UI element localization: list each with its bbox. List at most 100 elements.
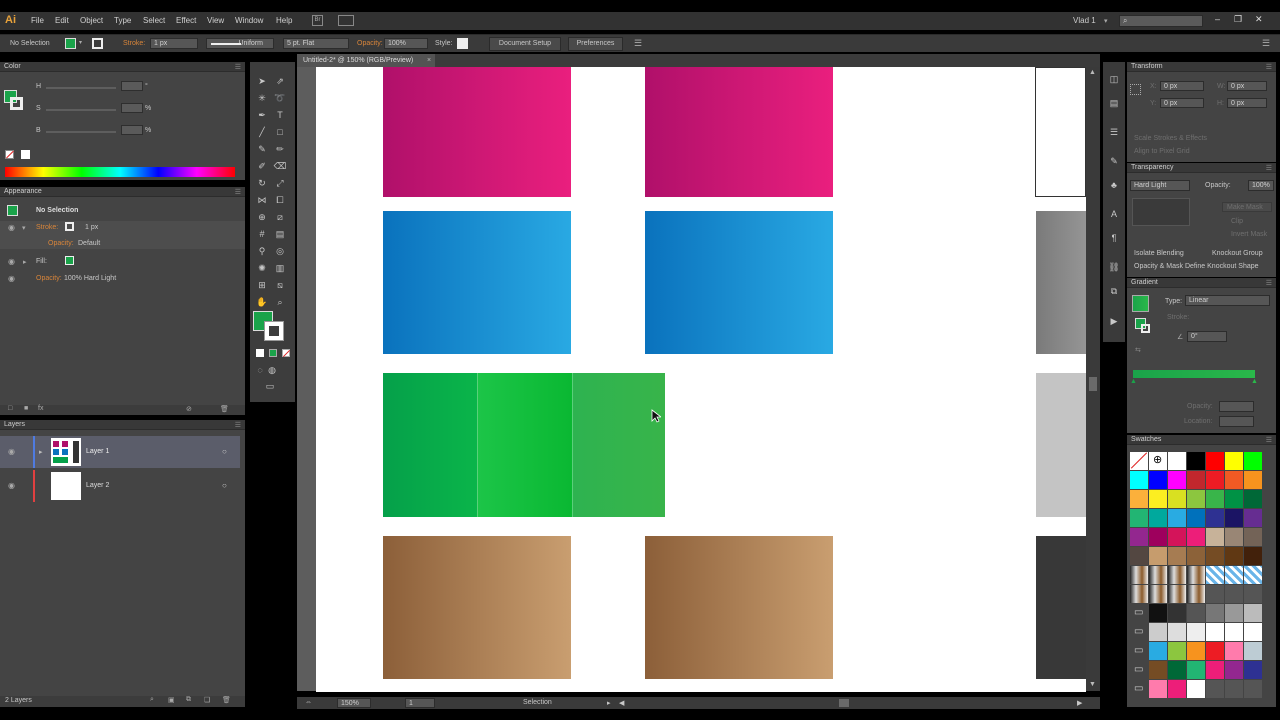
appearance-fill-label[interactable]: Fill: [36, 258, 47, 265]
actions-icon[interactable]: ▶ [1107, 314, 1121, 328]
invert-mask-checkbox[interactable]: Invert Mask [1231, 231, 1267, 238]
page-field[interactable]: 1 [405, 698, 435, 708]
gradient-opacity-field[interactable] [1219, 401, 1254, 412]
color-swatch[interactable] [1187, 585, 1205, 603]
style-swatch[interactable] [457, 38, 468, 49]
layer-row[interactable]: ◉ Layer 2 ○ [0, 470, 240, 502]
color-swatch[interactable] [1149, 566, 1167, 584]
panel-menu-icon[interactable]: ☰ [235, 63, 241, 71]
zoom-field[interactable]: 150% [337, 698, 371, 708]
color-swatch[interactable] [1225, 623, 1243, 641]
tan-rectangle[interactable] [645, 536, 833, 679]
color-swatch[interactable] [1206, 604, 1224, 622]
color-swatch[interactable] [1244, 680, 1262, 698]
color-swatch[interactable] [1225, 680, 1243, 698]
folder-icon[interactable]: ▭ [1130, 642, 1148, 660]
none-swatch[interactable] [5, 150, 14, 159]
magenta-rectangle[interactable] [645, 67, 833, 197]
shape-builder-tool-icon[interactable]: ⊕ [255, 210, 269, 224]
color-swatch[interactable] [1187, 642, 1205, 660]
pencil-tool-icon[interactable]: ✏ [273, 142, 287, 156]
magic-wand-tool-icon[interactable]: ✳ [255, 91, 269, 105]
type-tool-icon[interactable]: T [273, 108, 287, 122]
color-swatch[interactable] [1187, 490, 1205, 508]
brushes-icon[interactable]: ✎ [1107, 154, 1121, 168]
brush-select[interactable]: 5 pt. Flat [283, 38, 349, 49]
color-swatch[interactable] [1187, 623, 1205, 641]
white-swatch[interactable] [21, 150, 30, 159]
color-swatch[interactable] [1206, 642, 1224, 660]
isolate-blending-checkbox[interactable]: Isolate Blending [1134, 250, 1184, 257]
free-transform-tool-icon[interactable]: ⧠ [273, 193, 287, 207]
color-swatch[interactable] [1168, 585, 1186, 603]
green-rectangle[interactable] [383, 373, 477, 517]
slice-tool-icon[interactable]: ⧅ [273, 278, 287, 292]
folder-icon[interactable]: ▭ [1130, 604, 1148, 622]
blend-mode-select[interactable]: Hard Light [1130, 180, 1190, 191]
color-swatch[interactable] [1206, 680, 1224, 698]
scroll-right-icon[interactable]: ▶ [1077, 699, 1082, 707]
stroke-label[interactable]: Stroke: [123, 40, 145, 47]
zoom-menu-icon[interactable]: ⇔ [305, 699, 312, 706]
align-icon[interactable]: ☰ [1107, 125, 1121, 139]
eye-icon[interactable]: ◉ [8, 481, 15, 490]
panel-menu-icon[interactable]: ☰ [235, 421, 241, 429]
y-field[interactable]: 0 px [1160, 98, 1204, 108]
color-swatch[interactable] [1130, 509, 1148, 527]
pathfinder-icon[interactable]: ⧉ [1107, 284, 1121, 298]
color-swatch[interactable] [1206, 661, 1224, 679]
color-swatch[interactable] [1149, 642, 1167, 660]
menu-type[interactable]: Type [114, 16, 131, 25]
color-swatch[interactable] [1187, 452, 1205, 470]
minimize-icon[interactable]: – [1215, 14, 1220, 24]
screen-mode-icon[interactable]: ▭ [263, 379, 277, 393]
knockout-group-checkbox[interactable]: Knockout Group [1212, 250, 1263, 257]
pen-tool-icon[interactable]: ✒ [255, 108, 269, 122]
color-swatch[interactable] [1168, 566, 1186, 584]
disclosure-triangle-icon[interactable]: ▸ [23, 258, 27, 266]
color-swatch[interactable] [1187, 509, 1205, 527]
color-swatch[interactable] [1130, 490, 1148, 508]
stroke-color-box[interactable] [10, 97, 23, 110]
scale-strokes-checkbox[interactable]: Scale Strokes & Effects [1134, 135, 1207, 142]
color-swatch[interactable] [1244, 471, 1262, 489]
stroke-swatch[interactable] [92, 38, 103, 49]
color-swatch[interactable] [1206, 623, 1224, 641]
hue-field[interactable] [121, 81, 143, 91]
chevron-down-icon[interactable]: ▾ [79, 39, 82, 46]
blue-rectangle[interactable] [645, 211, 833, 354]
h-field[interactable]: 0 px [1227, 98, 1267, 108]
symbol-sprayer-tool-icon[interactable]: ✺ [255, 261, 269, 275]
color-swatch[interactable] [1168, 490, 1186, 508]
color-swatch[interactable] [1225, 661, 1243, 679]
color-swatch[interactable] [1187, 661, 1205, 679]
color-swatch[interactable] [1149, 509, 1167, 527]
blend-tool-icon[interactable]: ◎ [273, 244, 287, 258]
scroll-left-icon[interactable]: ◀ [619, 699, 624, 707]
color-swatch[interactable] [1244, 604, 1262, 622]
new-sublayer-icon[interactable]: ⧉ [186, 696, 191, 704]
links-icon[interactable]: ⛓ [1107, 260, 1121, 274]
clip-checkbox[interactable]: Clip [1231, 218, 1243, 225]
menu-effect[interactable]: Effect [176, 16, 196, 25]
new-stroke-icon[interactable]: □ [8, 405, 12, 412]
gradient-stop[interactable]: ▲ [1130, 378, 1137, 385]
color-swatch[interactable] [1187, 680, 1205, 698]
make-clipping-mask-icon[interactable]: ▣ [168, 696, 175, 704]
color-swatch[interactable] [1206, 452, 1224, 470]
color-swatch[interactable] [1225, 566, 1243, 584]
target-icon[interactable]: ○ [222, 447, 227, 456]
color-swatch[interactable] [1168, 547, 1186, 565]
gradient-stop[interactable]: ▲ [1251, 378, 1258, 385]
color-swatch[interactable] [1244, 566, 1262, 584]
appearance-opacity2-label[interactable]: Opacity: [36, 275, 62, 282]
clear-appearance-icon[interactable]: ⊘ [186, 405, 192, 413]
blob-brush-tool-icon[interactable]: ✐ [255, 159, 269, 173]
scrollbar-thumb[interactable] [1089, 377, 1097, 391]
transparency-opacity-field[interactable]: 100% [1248, 180, 1274, 191]
panel-menu-icon[interactable]: ☰ [235, 188, 241, 196]
color-swatch[interactable] [1244, 452, 1262, 470]
scale-tool-icon[interactable]: ⤢ [273, 176, 287, 190]
panel-menu-icon[interactable]: ☰ [1266, 63, 1272, 71]
saturation-field[interactable] [121, 103, 143, 113]
